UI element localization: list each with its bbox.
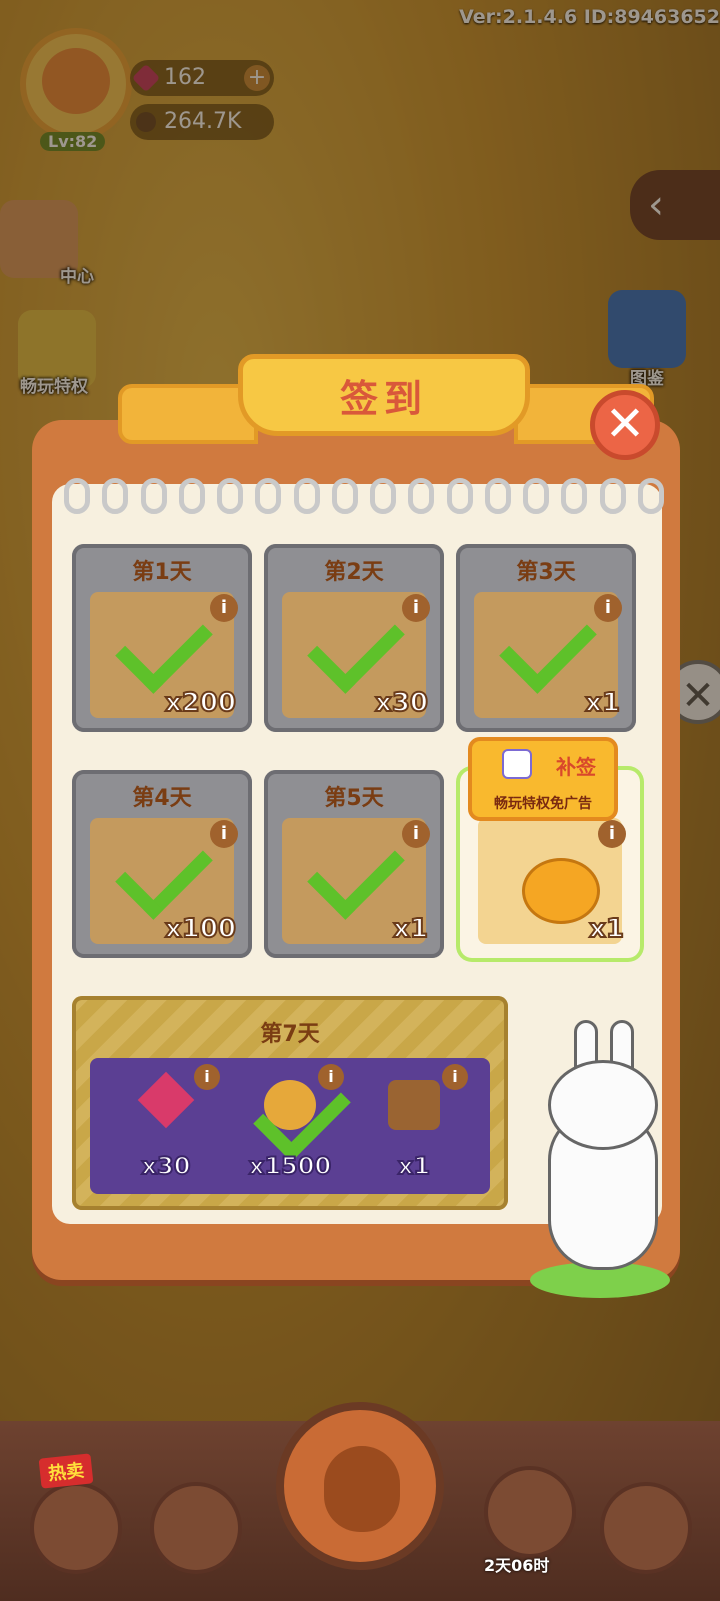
reward-quantity: x200 — [164, 687, 237, 719]
day7-reward-gems[interactable]: i x30 — [106, 1058, 226, 1194]
day-label: 第4天 — [132, 786, 192, 811]
ring — [523, 478, 550, 514]
info-icon[interactable]: i — [594, 594, 622, 622]
info-icon[interactable]: i — [210, 594, 238, 622]
info-icon[interactable]: i — [402, 594, 430, 622]
info-icon[interactable]: i — [194, 1064, 220, 1090]
day-label: 第1天 — [132, 560, 192, 585]
ring — [178, 478, 205, 514]
event-timer: 2天06时 — [484, 1556, 550, 1575]
ring — [599, 478, 626, 514]
ring — [331, 478, 358, 514]
bunny-head — [548, 1060, 658, 1150]
bunny-mascot — [548, 1020, 658, 1270]
day-card-2[interactable]: 第2天 i x30 — [264, 544, 444, 732]
makeup-label: 补签 — [556, 755, 596, 779]
chest-icon — [388, 1080, 440, 1130]
ring — [293, 478, 320, 514]
ring — [217, 478, 244, 514]
event-button[interactable] — [484, 1466, 576, 1558]
hot-sale-badge: 热卖 — [38, 1453, 94, 1489]
close-button[interactable]: ✕ — [590, 390, 660, 460]
reward-quantity: x1 — [584, 687, 621, 719]
reward-quantity: x1 — [397, 1151, 431, 1181]
shop-button[interactable] — [30, 1482, 122, 1574]
gem-icon — [137, 1071, 195, 1129]
ring — [637, 478, 664, 514]
reward-quantity: x1 — [588, 913, 625, 945]
gift-button[interactable] — [150, 1482, 242, 1574]
reward-quantity: x30 — [374, 687, 429, 719]
day7-reward-area: i x30 i x1500 i x1 — [90, 1058, 490, 1194]
ring — [255, 478, 282, 514]
day-card-7[interactable]: 第7天 i x30 i x1500 i x1 — [72, 996, 508, 1210]
acorn-icon — [324, 1446, 400, 1532]
day-card-3[interactable]: 第3天 i x1 — [456, 544, 636, 732]
reward-quantity: x1 — [392, 913, 429, 945]
day-card-4[interactable]: 第4天 i x100 — [72, 770, 252, 958]
title-ribbon: 签到 — [118, 354, 654, 472]
day7-reward-coins[interactable]: i x1500 — [230, 1058, 351, 1194]
ring — [140, 478, 167, 514]
day-label: 第5天 — [324, 786, 384, 811]
home-button[interactable] — [600, 1482, 692, 1574]
ring — [446, 478, 473, 514]
ring — [408, 478, 435, 514]
ribbon-left — [118, 384, 258, 444]
dialog-title: 签到 — [339, 377, 428, 421]
makeup-subtitle: 畅玩特权免广告 — [494, 796, 592, 812]
notebook-rings — [64, 478, 664, 518]
info-icon[interactable]: i — [402, 820, 430, 848]
day-label: 第3天 — [516, 560, 576, 585]
info-icon[interactable]: i — [210, 820, 238, 848]
info-icon[interactable]: i — [598, 820, 626, 848]
day7-reward-chest[interactable]: i x1 — [354, 1058, 474, 1194]
ring — [484, 478, 511, 514]
day-label: 第7天 — [260, 1022, 320, 1047]
reward-quantity: x1500 — [248, 1151, 332, 1181]
ring — [370, 478, 397, 514]
info-icon[interactable]: i — [442, 1064, 468, 1090]
reward-quantity: x100 — [164, 913, 237, 945]
info-icon[interactable]: i — [318, 1064, 344, 1090]
ring — [64, 478, 90, 514]
ring — [102, 478, 129, 514]
acorn-main-button[interactable] — [276, 1402, 444, 1570]
makeup-sign-button[interactable]: 补签 畅玩特权免广告 — [468, 737, 618, 821]
day-card-5[interactable]: 第5天 i x1 — [264, 770, 444, 958]
ring — [561, 478, 588, 514]
video-ad-icon — [502, 749, 532, 779]
day-label: 第2天 — [324, 560, 384, 585]
reward-quantity: x30 — [141, 1151, 192, 1181]
day-card-1[interactable]: 第1天 i x200 — [72, 544, 252, 732]
